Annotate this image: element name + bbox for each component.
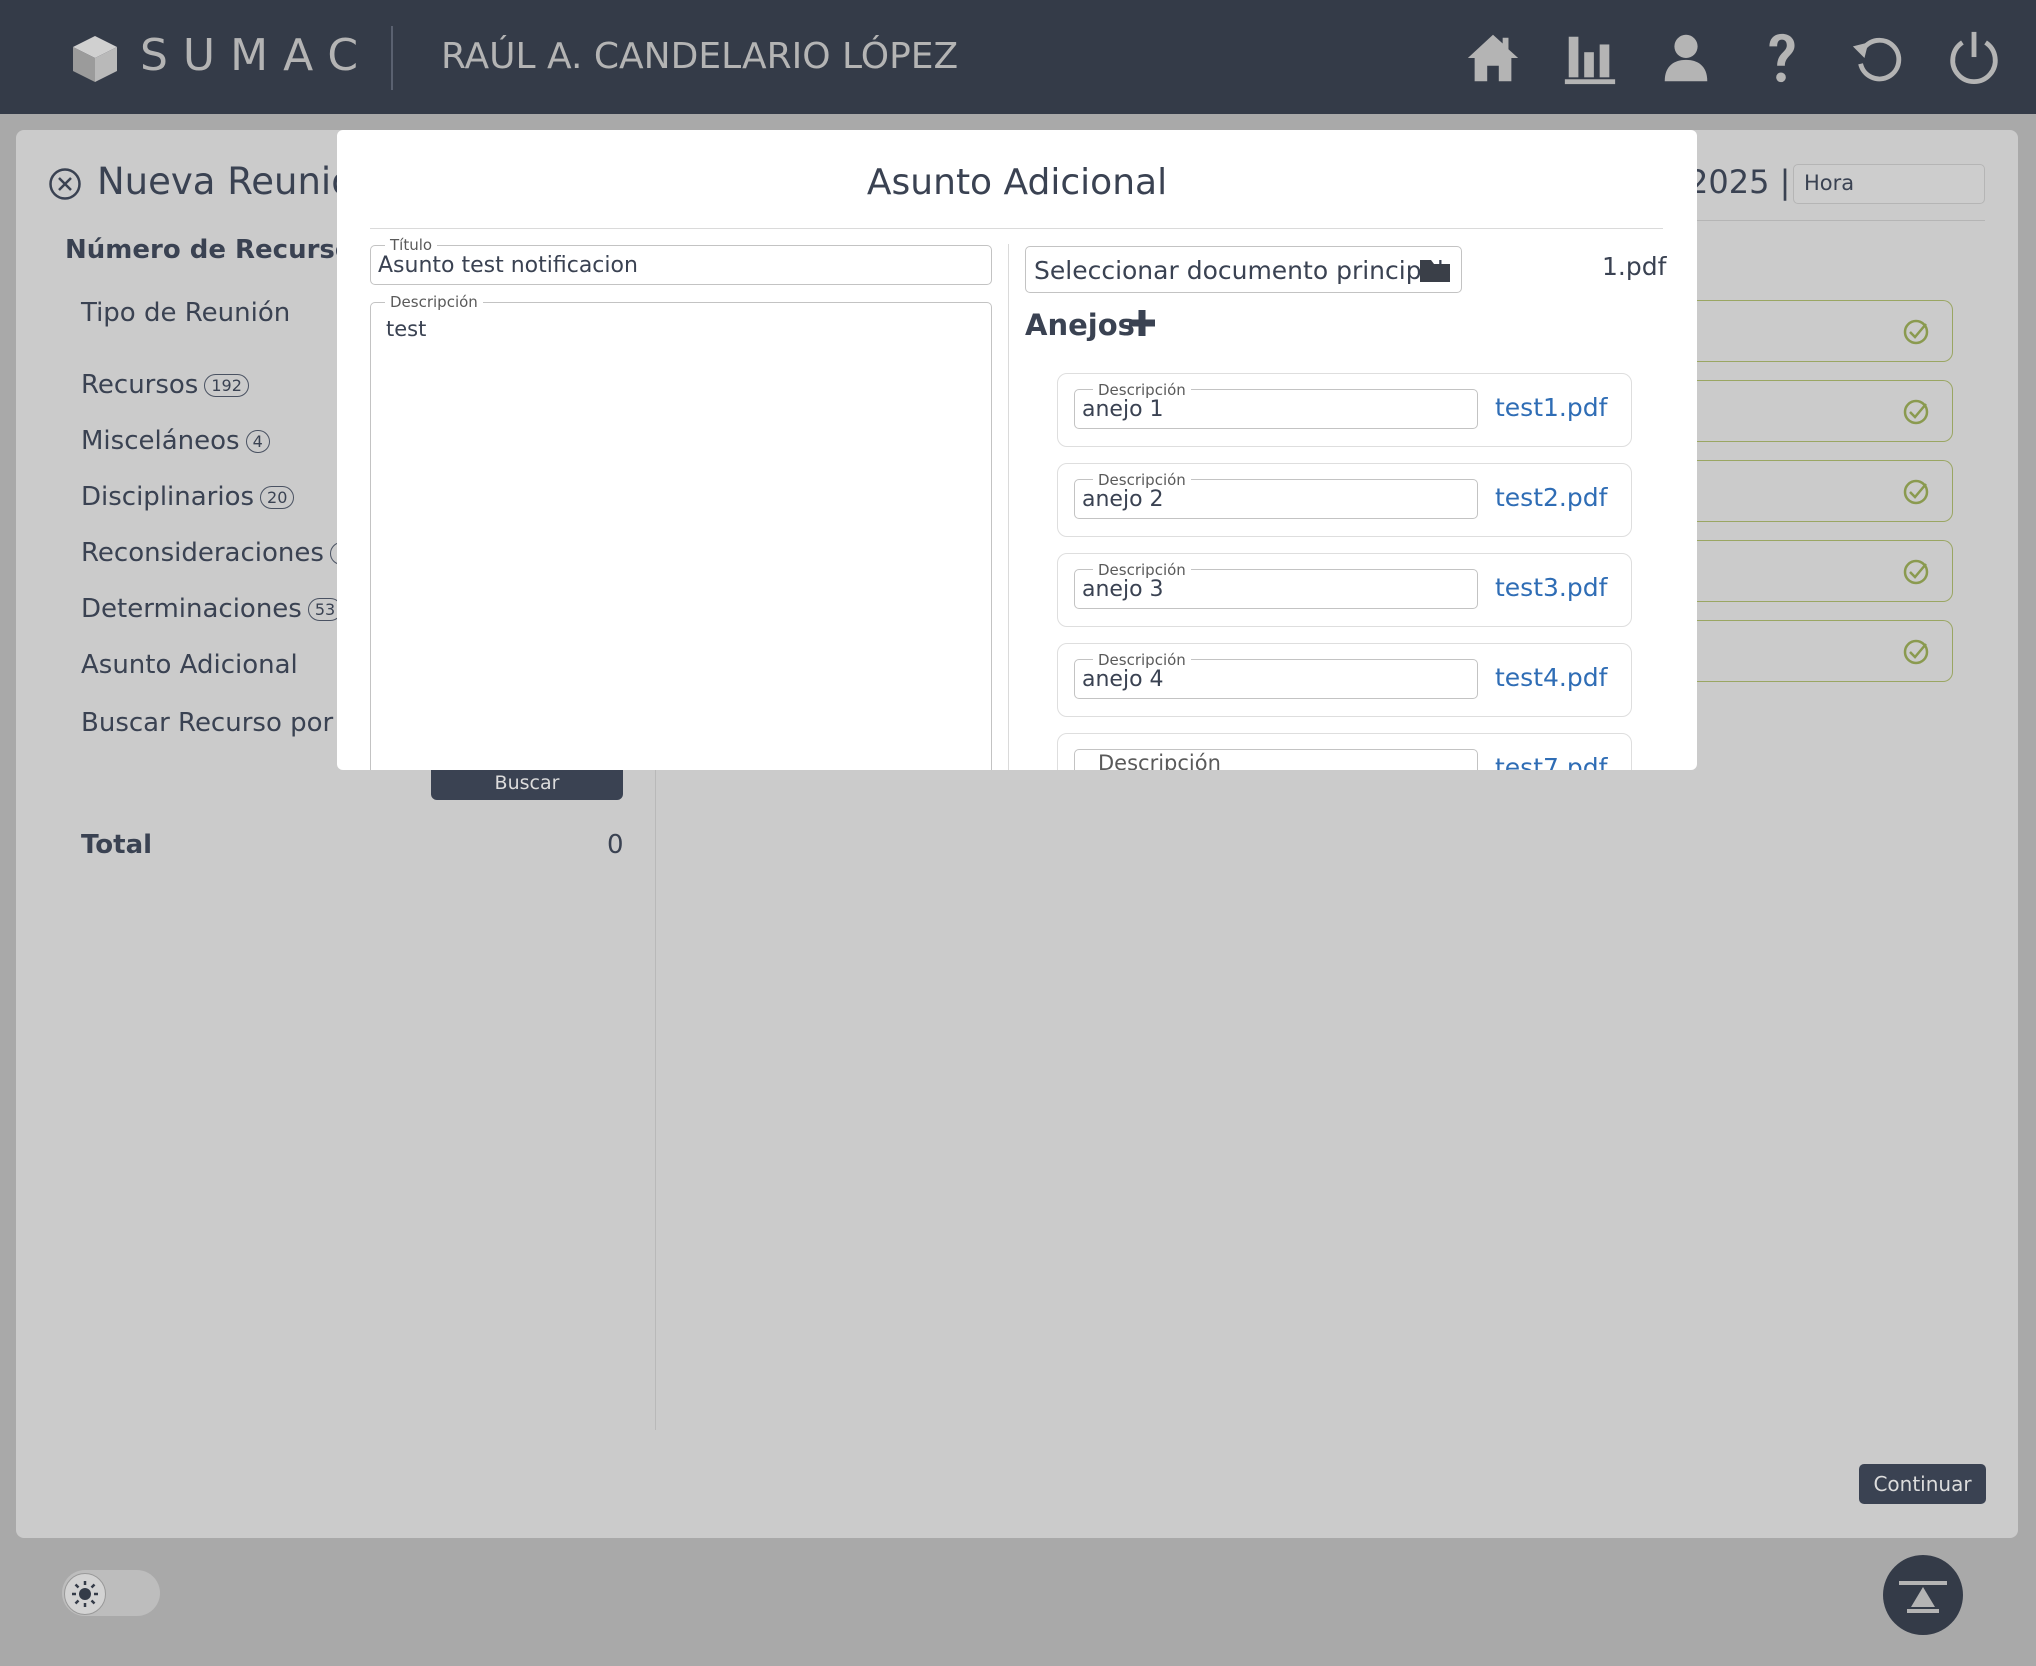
date-fragment: 2025 | [1688,163,1791,201]
meeting-type-label: Tipo de Reunión [81,298,291,328]
anejo-file-link[interactable]: test2.pdf [1495,483,1607,512]
modal-divider [370,228,1663,229]
anejo-value: anejo 3 [1082,577,1164,602]
user-icon[interactable] [1656,28,1716,88]
count-badge: 192 [204,374,249,397]
user-name: RAÚL A. CANDELARIO LÓPEZ [441,36,959,77]
anejo-file-link[interactable]: test4.pdf [1495,663,1607,692]
anejo-description-input[interactable]: Descripción anejo 3 [1074,561,1478,609]
check-circle-icon [1903,399,1929,425]
anejo-file-link[interactable]: test1.pdf [1495,393,1607,422]
count-badge: 4 [245,430,270,453]
sun-icon [72,1581,98,1607]
descripcion-textarea[interactable]: Descripción test [370,293,992,770]
logo-cube-icon [73,36,117,82]
header-divider [391,26,393,90]
descripcion-legend: Descripción [385,293,483,311]
scale-button[interactable] [1883,1555,1963,1635]
anejo-card: Descripción anejo 4 test4.pdf [1057,643,1632,717]
anejo-card: Descripción anejo 2 test2.pdf [1057,463,1632,537]
descripcion-value: test [386,317,427,341]
anejos-label: Anejos [1025,308,1135,342]
modal-column-divider [1008,244,1009,770]
category-label: Recursos [81,370,199,400]
hora-input[interactable]: Hora [1793,164,1985,204]
titulo-legend: Título [385,236,438,254]
titulo-value: Asunto test notificacion [378,253,638,278]
add-anejo-icon[interactable] [1127,308,1157,338]
anejo-file-link[interactable]: test3.pdf [1495,573,1607,602]
page-title: Nueva Reunión [97,160,378,203]
anejo-description-input[interactable]: Descripción anejo 1 [1074,381,1478,429]
modal-title: Asunto Adicional [866,162,1168,203]
category-asunto-adicional[interactable]: Asunto Adicional [81,650,298,680]
category-label: Determinaciones [81,594,302,624]
category-reconsideraciones[interactable]: Reconsideraciones3 [81,538,355,568]
check-row[interactable] [1675,460,1953,522]
anejo-value: anejo 2 [1082,487,1164,512]
check-row[interactable] [1675,300,1953,362]
check-row[interactable] [1675,540,1953,602]
select-doc-label: Seleccionar documento principal [1034,256,1444,285]
anejo-card: Descripción test7.pdf [1057,733,1632,770]
titulo-field[interactable]: Título Asunto test notificacion [370,236,992,285]
top-header: SUMAC RAÚL A. CANDELARIO LÓPEZ [0,0,2036,114]
app-logo[interactable]: SUMAC [140,30,373,81]
resources-heading: Número de Recursos [65,235,369,265]
search-by-number-label: Buscar Recurso por Nú [81,708,378,738]
continuar-button[interactable]: Continuar [1859,1464,1986,1504]
asunto-adicional-modal: Asunto Adicional Título Asunto test noti… [337,130,1697,770]
category-miscelaneos[interactable]: Misceláneos 4 [81,426,270,456]
scale-icon [1899,1581,1947,1613]
category-determinaciones[interactable]: Determinaciones 53 [81,594,343,624]
anejo-card: Descripción anejo 3 test3.pdf [1057,553,1632,627]
select-main-document-button[interactable]: Seleccionar documento principal [1025,246,1462,293]
divider [1690,220,1985,221]
close-circle-icon[interactable] [48,167,82,201]
anejo-description-input[interactable]: Descripción anejo 4 [1074,651,1478,699]
count-badge: 20 [260,486,295,509]
home-icon[interactable] [1463,28,1523,88]
anejo-legend: Descripción [1093,753,1226,770]
anejo-card: Descripción anejo 1 test1.pdf [1057,373,1632,447]
check-row[interactable] [1675,380,1953,442]
folder-icon [1420,260,1450,282]
refresh-icon[interactable] [1848,28,1908,88]
check-circle-icon [1903,479,1929,505]
help-icon[interactable] [1751,28,1811,88]
category-label: Disciplinarios [81,482,255,512]
category-recursos[interactable]: Recursos 192 [81,370,249,400]
category-label: Misceláneos [81,426,240,456]
check-circle-icon [1903,319,1929,345]
total-label: Total [81,830,153,860]
anejo-value: anejo 4 [1082,667,1164,692]
anejo-description-input[interactable]: Descripción [1074,749,1478,770]
theme-toggle-knob[interactable] [64,1573,106,1615]
power-icon[interactable] [1944,28,2004,88]
anejo-file-link[interactable]: test7.pdf [1495,753,1607,770]
anejo-description-input[interactable]: Descripción anejo 2 [1074,471,1478,519]
bar-chart-icon[interactable] [1560,28,1620,88]
total-value: 0 [607,830,624,860]
main-file-name: 1.pdf [1602,252,1667,281]
category-label: Reconsideraciones [81,538,324,568]
check-circle-icon [1903,559,1929,585]
check-circle-icon [1903,639,1929,665]
anejo-value: anejo 1 [1082,397,1164,422]
check-row[interactable] [1675,620,1953,682]
category-disciplinarios[interactable]: Disciplinarios 20 [81,482,295,512]
